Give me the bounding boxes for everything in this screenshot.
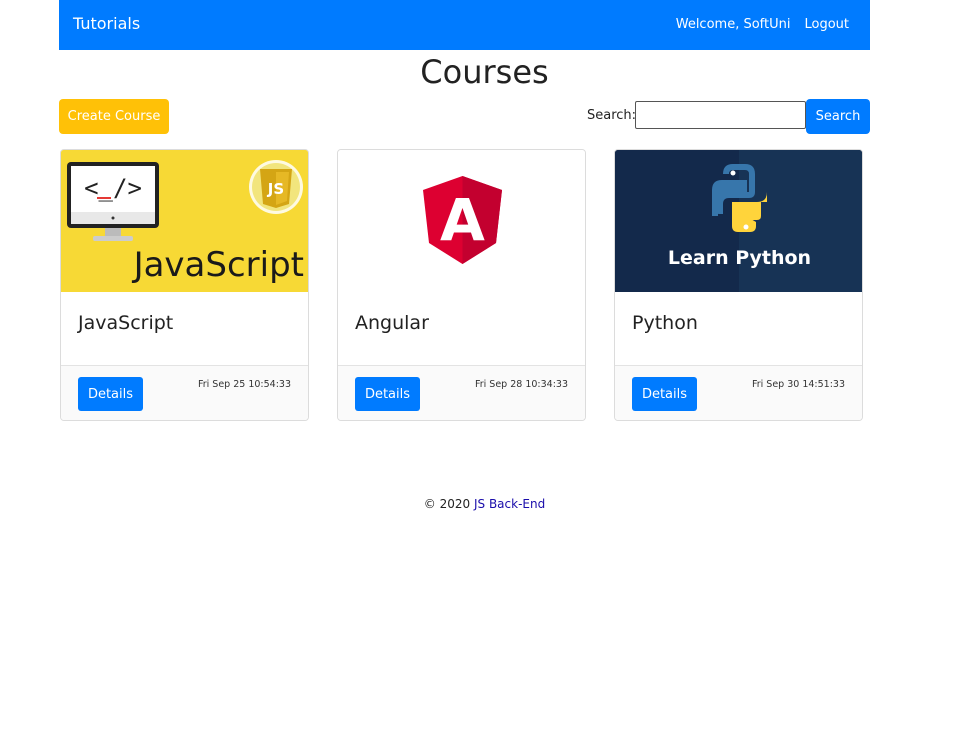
svg-text:JS: JS [267,180,284,198]
details-button[interactable]: Details [355,377,420,411]
course-card-javascript: <_/> JS JavaScript JavaScript Details Fr… [60,149,309,421]
welcome-text: Welcome, SoftUni [675,17,791,32]
course-card-angular: A Angular Details Fri Sep 28 10:34:33 [337,149,586,421]
copyright-text: © 2020 [423,497,471,511]
page-footer: © 2020 JS Back-End [0,497,969,511]
details-button[interactable]: Details [632,377,697,411]
course-date: Fri Sep 30 14:51:33 [751,379,845,390]
javascript-image: <_/> JS JavaScript [61,150,308,292]
python-image: Learn Python [615,150,862,292]
svg-text:<_/>: <_/> [84,174,142,202]
search-input[interactable] [635,101,806,129]
svg-text:JavaScript: JavaScript [132,245,304,285]
details-button[interactable]: Details [78,377,143,411]
course-title: Python [632,312,698,334]
create-course-button[interactable]: Create Course [59,99,169,134]
javascript-illustration: <_/> JS JavaScript [61,150,308,292]
brand-link[interactable]: Tutorials [73,14,140,33]
course-title: JavaScript [78,312,174,334]
course-title: Angular [355,312,429,334]
course-date: Fri Sep 28 10:34:33 [474,379,568,390]
card-footer: Details Fri Sep 25 10:54:33 [61,365,308,420]
svg-text:A: A [440,186,485,254]
card-footer: Details Fri Sep 30 14:51:33 [615,365,862,420]
top-navbar: Tutorials Welcome, SoftUni Logout [59,0,870,50]
search-button[interactable]: Search [806,99,870,134]
course-card-python: Learn Python Python Details Fri Sep 30 1… [614,149,863,421]
footer-link[interactable]: JS Back-End [474,497,545,511]
angular-image: A [338,150,585,292]
page-title: Courses [420,53,549,91]
logout-link[interactable]: Logout [804,17,849,32]
nav-right: Welcome, SoftUni Logout [676,17,849,32]
card-footer: Details Fri Sep 28 10:34:33 [338,365,585,420]
course-date: Fri Sep 25 10:54:33 [197,379,291,390]
angular-logo-icon: A [423,176,502,264]
python-illustration: Learn Python [615,150,862,292]
svg-text:Learn Python: Learn Python [668,247,811,269]
search-label: Search: [587,108,637,123]
